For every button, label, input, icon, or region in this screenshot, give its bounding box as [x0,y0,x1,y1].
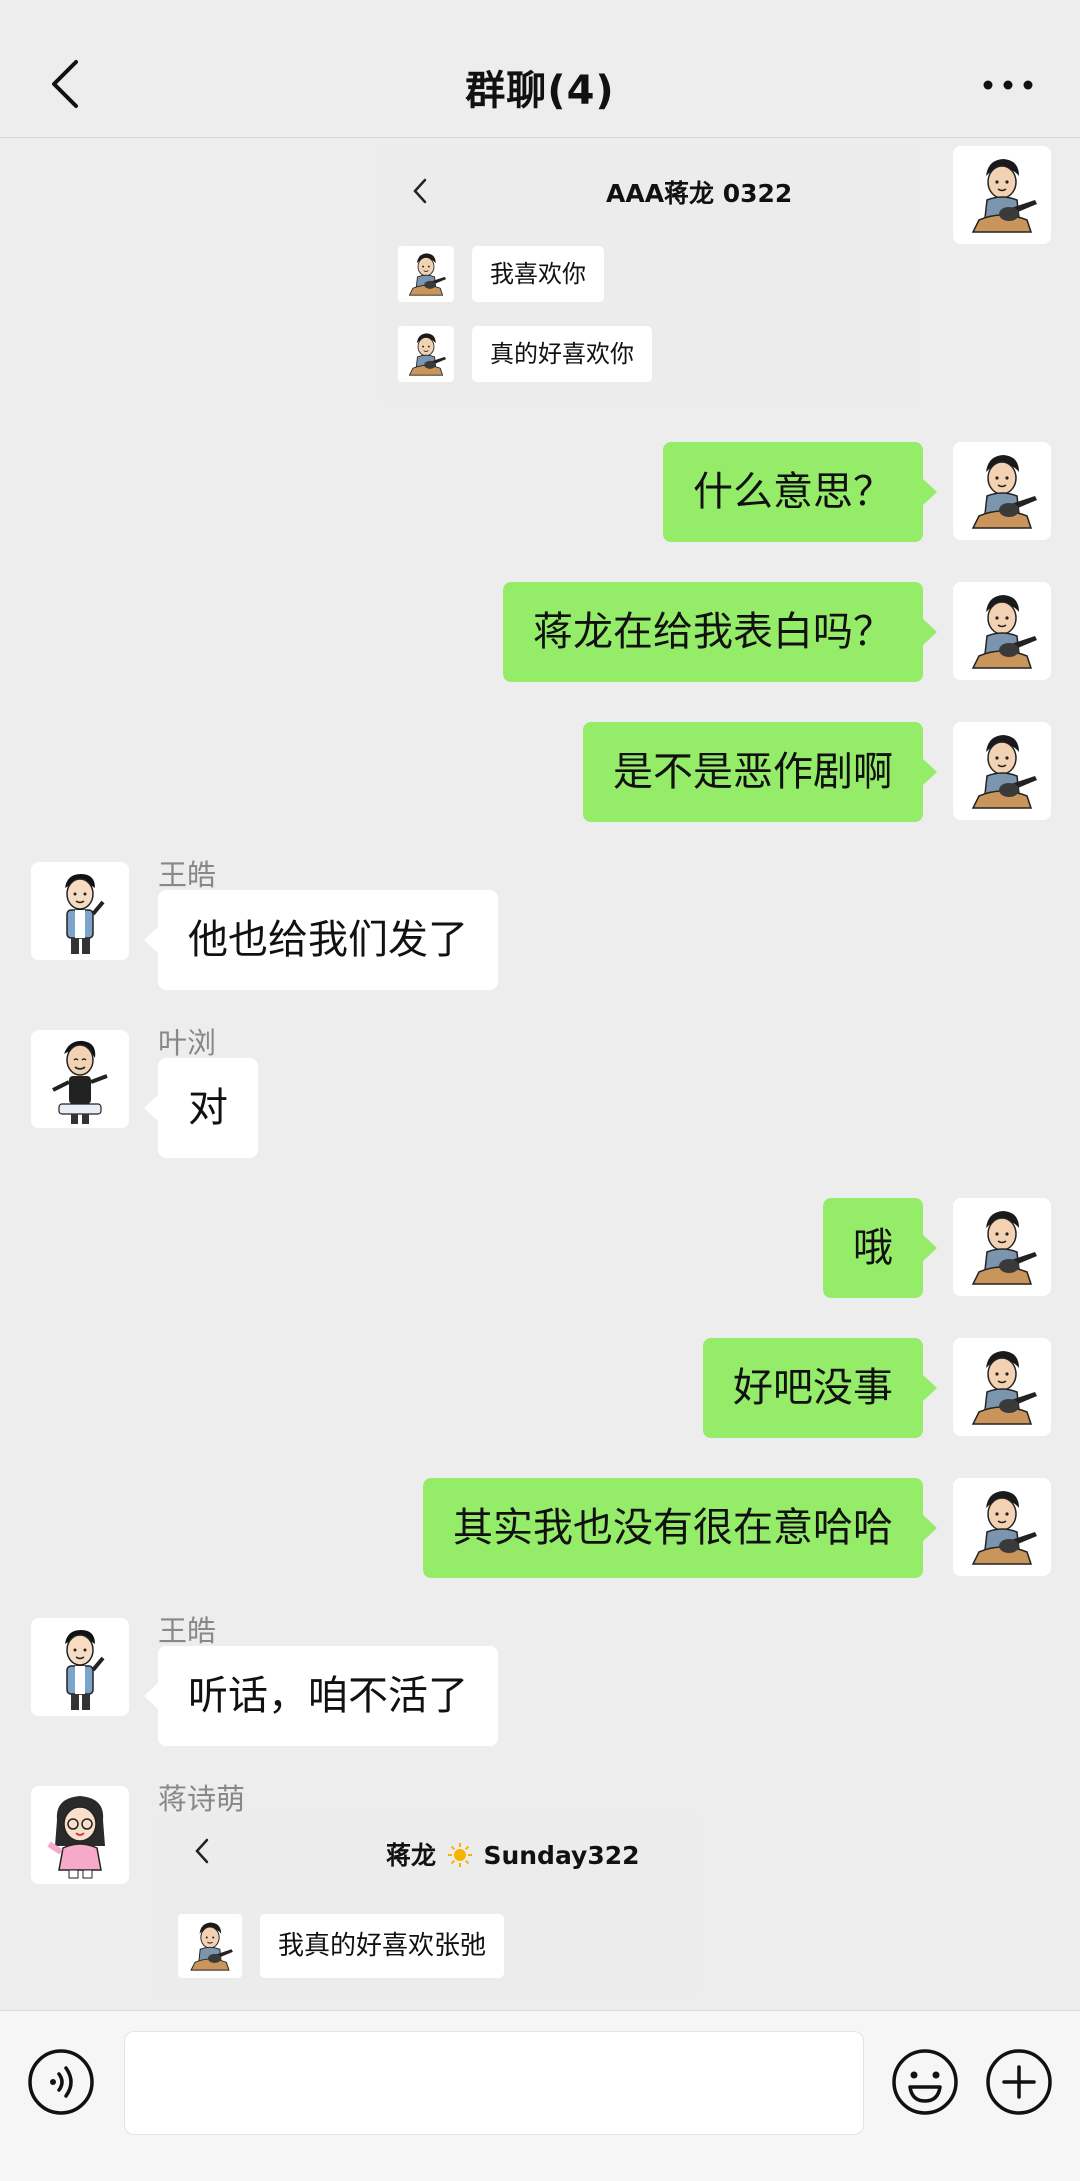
chevron-left-icon [413,178,427,204]
message-bubble-sent[interactable]: 是不是恶作剧啊 [583,722,937,822]
message-bubble-sent[interactable]: 什么意思？ [663,442,937,542]
sender-name: 叶浏 [158,1026,217,1060]
avatar [398,326,454,382]
sender-name: 王皓 [158,1614,217,1648]
message-bubble-sent[interactable]: 蒋龙在给我表白吗？ [503,582,937,682]
message-bubble-received[interactable]: 听话，咱不活了 [144,1646,498,1746]
avatar [178,1914,242,1978]
image-title-prefix: 蒋龙 [386,1841,437,1870]
emoji-icon [892,2049,958,2115]
message-bubble-received[interactable]: 对 [144,1058,258,1158]
sender-name: 蒋诗萌 [158,1782,246,1816]
image-chat-title: AAA蒋龙 0322 [606,179,793,208]
avatar-self[interactable] [953,146,1051,244]
sender-name: 王皓 [158,858,217,892]
image-message-bubble: 我真的好喜欢张弛 [260,1914,505,1978]
image-message[interactable]: AAA蒋龙 0322 我喜欢你 真的好喜欢你 [380,146,920,404]
image-message-bubble: 我喜欢你 [472,246,604,302]
avatar-jiang-shi-meng[interactable] [31,1786,129,1884]
message-bubble-received[interactable]: 他也给我们发了 [144,890,498,990]
plus-button[interactable] [984,2047,1054,2117]
image-message-bubble: 真的好喜欢你 [472,326,652,382]
message-bubble-sent[interactable]: 哦 [823,1198,937,1298]
avatar [398,246,454,302]
avatar-wang-hao[interactable] [31,1618,129,1716]
voice-icon [28,2049,94,2115]
chevron-left-icon [195,1838,209,1864]
image-chat-title: 蒋龙 Sunday322 [386,1836,640,1872]
avatar-self[interactable] [953,722,1051,820]
more-dots-icon [983,80,1033,90]
avatar-self[interactable] [953,582,1051,680]
sun-icon [447,1843,472,1867]
avatar-self[interactable] [953,1198,1051,1296]
avatar-self[interactable] [953,1478,1051,1576]
image-message[interactable]: 蒋龙 Sunday322 我真的好喜欢张弛 [158,1814,698,2000]
image-title-suffix: Sunday322 [483,1841,640,1870]
input-bar [0,2010,1080,2181]
avatar-ye-liu[interactable] [31,1030,129,1128]
more-button[interactable] [980,70,1036,100]
emoji-button[interactable] [890,2047,960,2117]
plus-icon [986,2049,1052,2115]
avatar-self[interactable] [953,1338,1051,1436]
avatar-wang-hao[interactable] [31,862,129,960]
voice-button[interactable] [26,2047,96,2117]
avatar-self[interactable] [953,442,1051,540]
message-bubble-sent[interactable]: 其实我也没有很在意哈哈 [423,1478,937,1578]
message-bubble-sent[interactable]: 好吧没事 [703,1338,937,1438]
chat-title: 群聊(4) [465,68,615,114]
chat-header: 群聊(4) [0,0,1080,138]
message-input[interactable] [124,2031,864,2135]
